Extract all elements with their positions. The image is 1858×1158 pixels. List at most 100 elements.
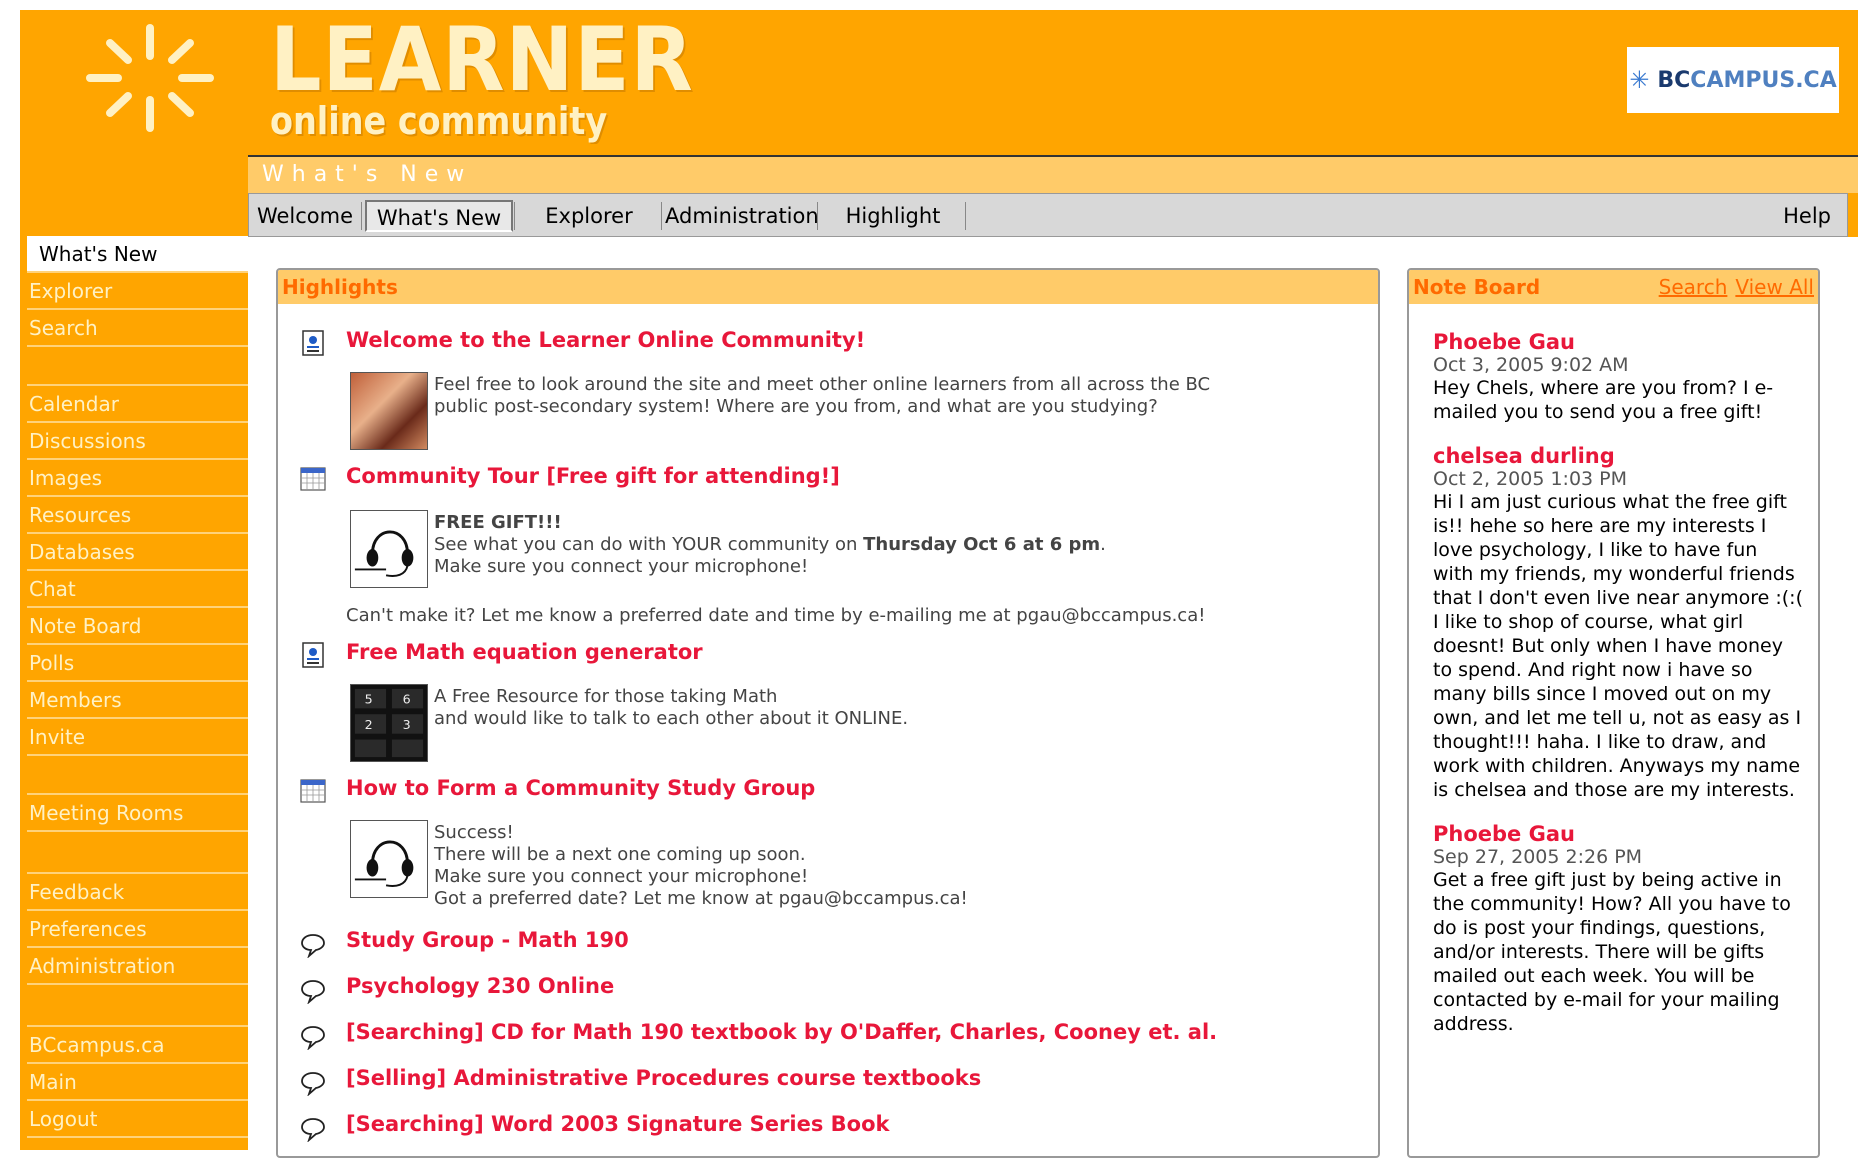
tab-bar: Welcome What's New Explorer Administrati… <box>248 193 1848 237</box>
highlight-title[interactable]: [Searching] Word 2003 Signature Series B… <box>346 1112 889 1136</box>
sidebar-item-search[interactable]: Search <box>27 310 248 347</box>
highlight-title[interactable]: [Selling] Administrative Procedures cour… <box>346 1066 981 1090</box>
discussion-icon <box>301 1072 325 1096</box>
sidebar-spacer <box>27 985 248 1027</box>
logo-subtitle: online community <box>270 99 608 143</box>
discussion-icon <box>301 980 325 1004</box>
description-line: Make sure you connect your microphone! <box>434 866 809 887</box>
logo-title: LEARNER <box>270 8 694 111</box>
sidebar-item-chat[interactable]: Chat <box>27 571 248 608</box>
tab-separator <box>361 202 362 230</box>
sidebar-item-polls[interactable]: Polls <box>27 645 248 682</box>
tab-explorer[interactable]: Explorer <box>519 200 659 232</box>
tab-whats-new[interactable]: What's New <box>365 200 513 232</box>
note-author[interactable]: chelsea durling <box>1433 444 1803 468</box>
highlights-heading: Highlights <box>278 270 1378 304</box>
tab-highlight[interactable]: Highlight <box>823 200 963 232</box>
note-text: Get a free gift just by being active in … <box>1433 869 1791 1035</box>
bccampus-badge[interactable]: ✳ BC CAMPUS.CA <box>1627 47 1839 113</box>
note-board-view-all-link[interactable]: View All <box>1735 275 1814 299</box>
sidebar-item-note-board[interactable]: Note Board <box>27 608 248 645</box>
highlight-description: Feel free to look around the site and me… <box>434 374 1210 418</box>
tab-separator <box>965 202 966 230</box>
tab-administration[interactable]: Administration <box>665 200 819 232</box>
tab-separator <box>661 202 662 230</box>
sidebar-nav: What's New Explorer Search Calendar Disc… <box>27 236 248 1138</box>
note-date: Oct 2, 2005 1:03 PM <box>1433 468 1628 490</box>
person-photo-thumbnail <box>350 372 428 450</box>
description-line: Make sure you connect your microphone! <box>434 556 809 577</box>
sidebar-item-meeting-rooms[interactable]: Meeting Rooms <box>27 795 248 832</box>
note-date: Sep 27, 2005 2:26 PM <box>1433 846 1643 868</box>
highlights-panel: Highlights Welcome to the Learner Online… <box>276 268 1380 1158</box>
sidebar-item-preferences[interactable]: Preferences <box>27 911 248 948</box>
sidebar-item-bccampus[interactable]: BCcampus.ca <box>27 1027 248 1064</box>
sidebar-item-images[interactable]: Images <box>27 460 248 497</box>
svg-text:3: 3 <box>403 717 411 732</box>
keypad-thumbnail: 5 6 2 3 <box>350 684 428 762</box>
svg-text:5: 5 <box>365 692 373 707</box>
highlight-title[interactable]: [Searching] CD for Math 190 textbook by … <box>346 1020 1217 1044</box>
description-line: There will be a next one coming up soon. <box>434 844 806 865</box>
sidebar-item-whats-new[interactable]: What's New <box>27 236 248 273</box>
tab-separator <box>514 202 515 230</box>
sidebar-spacer <box>27 832 248 874</box>
sidebar-item-members[interactable]: Members <box>27 682 248 719</box>
sidebar-spacer <box>27 756 248 795</box>
highlight-footer: Can't make it? Let me know a preferred d… <box>346 605 1206 626</box>
note-item: Phoebe Gau Sep 27, 2005 2:26 PM Get a fr… <box>1433 822 1803 1036</box>
bccampus-star-icon: ✳ <box>1629 66 1650 94</box>
sidebar-item-logout[interactable]: Logout <box>27 1101 248 1138</box>
site-logo[interactable]: LEARNER online community <box>270 8 731 144</box>
sidebar-item-explorer[interactable]: Explorer <box>27 273 248 310</box>
headset-icon <box>350 820 428 898</box>
discussion-icon <box>301 1026 325 1050</box>
tab-separator <box>817 202 818 230</box>
highlight-description: A Free Resource for those taking Math an… <box>434 686 908 730</box>
calendar-icon <box>300 779 326 803</box>
burst-logo-icon <box>86 24 214 132</box>
note-item: chelsea durling Oct 2, 2005 1:03 PM Hi I… <box>1433 444 1803 802</box>
note-text: Hey Chels, where are you from? I e-maile… <box>1433 377 1774 423</box>
discussion-icon <box>301 934 325 958</box>
sidebar-item-invite[interactable]: Invite <box>27 719 248 756</box>
description-line: and would like to talk to each other abo… <box>434 708 909 729</box>
highlight-title[interactable]: Community Tour [Free gift for attending!… <box>346 464 840 488</box>
discussion-icon <box>301 1118 325 1142</box>
sidebar-item-resources[interactable]: Resources <box>27 497 248 534</box>
bccampus-suffix: CAMPUS.CA <box>1690 67 1837 93</box>
calendar-icon <box>300 467 326 491</box>
description-line: FREE GIFT!!! <box>434 512 562 533</box>
sidebar-item-databases[interactable]: Databases <box>27 534 248 571</box>
note-board-panel: Note Board Search View All Phoebe Gau Oct… <box>1407 268 1820 1158</box>
description-line: Feel free to look around the site and me… <box>434 374 1211 395</box>
tab-welcome[interactable]: Welcome <box>249 200 361 232</box>
sidebar-item-feedback[interactable]: Feedback <box>27 874 248 911</box>
sidebar-item-calendar[interactable]: Calendar <box>27 386 248 423</box>
highlight-title[interactable]: Free Math equation generator <box>346 640 703 664</box>
highlight-title[interactable]: How to Form a Community Study Group <box>346 776 815 800</box>
sidebar-item-discussions[interactable]: Discussions <box>27 423 248 460</box>
note-board-search-link[interactable]: Search <box>1659 275 1728 299</box>
highlight-title[interactable]: Study Group - Math 190 <box>346 928 629 952</box>
description-line: public post-secondary system! Where are … <box>434 396 1158 417</box>
description-line: See what you can do with YOUR community … <box>434 534 1106 555</box>
note-author[interactable]: Phoebe Gau <box>1433 330 1803 354</box>
bccampus-prefix: BC <box>1657 67 1691 93</box>
document-icon <box>302 330 324 356</box>
svg-text:2: 2 <box>365 717 373 732</box>
help-link[interactable]: Help <box>1783 200 1831 232</box>
description-line: A Free Resource for those taking Math <box>434 686 778 707</box>
note-list: Phoebe Gau Oct 3, 2005 9:02 AM Hey Chels… <box>1433 330 1803 1056</box>
sidebar-item-main[interactable]: Main <box>27 1064 248 1101</box>
headset-icon <box>350 510 428 588</box>
highlight-description: Success! There will be a next one coming… <box>434 822 968 910</box>
highlight-title[interactable]: Welcome to the Learner Online Community! <box>346 328 865 352</box>
sidebar-item-administration[interactable]: Administration <box>27 948 248 985</box>
highlight-description: FREE GIFT!!! See what you can do with YO… <box>434 512 1106 578</box>
note-text: Hi I am just curious what the free gift … <box>1433 491 1803 801</box>
note-board-header: Note Board Search View All <box>1409 270 1818 304</box>
sidebar-spacer <box>27 347 248 386</box>
note-author[interactable]: Phoebe Gau <box>1433 822 1803 846</box>
highlight-title[interactable]: Psychology 230 Online <box>346 974 614 998</box>
